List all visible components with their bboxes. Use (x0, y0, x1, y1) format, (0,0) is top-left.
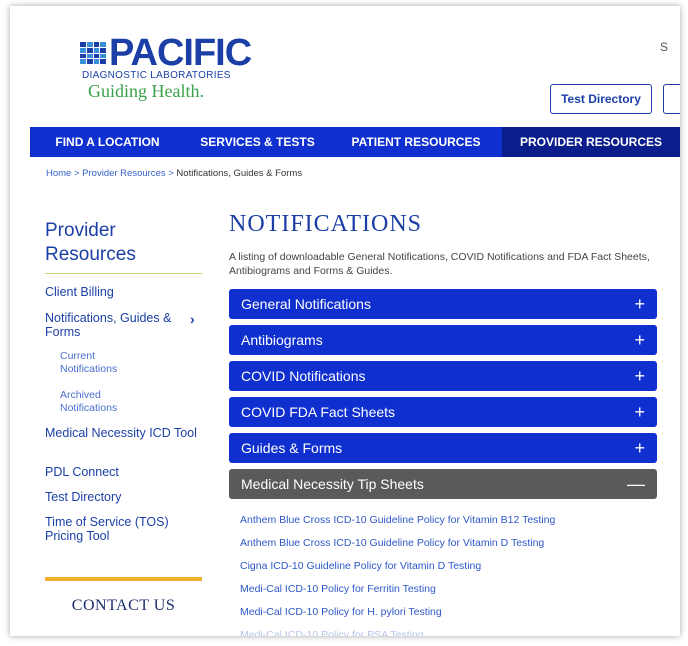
sidebar-item-medical-necessity-tool[interactable]: Medical Necessity ICD Tool (45, 426, 200, 440)
sidebar-divider (45, 273, 202, 274)
notifications-accordion: General Notifications + Antibiograms + C… (229, 289, 657, 505)
logo-grid-icon (80, 42, 106, 64)
accordion-label: Antibiograms (241, 332, 323, 348)
nav-patient-resources[interactable]: PATIENT RESOURCES (330, 127, 502, 157)
breadcrumb-current: Notifications, Guides & Forms (176, 168, 303, 179)
contact-us-heading[interactable]: CONTACT US (45, 597, 202, 615)
accordion-covid-notifications[interactable]: COVID Notifications + (229, 361, 657, 391)
plus-icon: + (634, 366, 645, 386)
accordion-guides-forms[interactable]: Guides & Forms + (229, 433, 657, 463)
accordion-label: COVID FDA Fact Sheets (241, 404, 396, 420)
tip-sheet-links: Anthem Blue Cross ICD-10 Guideline Polic… (240, 513, 555, 636)
sidebar-item-tos-pricing[interactable]: Time of Service (TOS) Pricing Tool (45, 515, 195, 543)
browser-page: PACIFIC DIAGNOSTIC LABORATORIES Guiding … (10, 6, 680, 636)
main-nav: FIND A LOCATION SERVICES & TESTS PATIENT… (30, 127, 680, 157)
sidebar-subitem-current-notifications[interactable]: Current Notifications (60, 350, 150, 376)
sidebar-item-notifications[interactable]: Notifications, Guides & Forms (45, 311, 187, 339)
sidebar-item-test-directory[interactable]: Test Directory (45, 490, 195, 504)
accordion-label: General Notifications (241, 296, 371, 312)
page-description: A listing of downloadable General Notifi… (229, 251, 650, 277)
accordion-label: COVID Notifications (241, 368, 366, 384)
tip-sheet-link[interactable]: Cigna ICD-10 Guideline Policy for Vitami… (240, 559, 555, 582)
contact-accent-bar (45, 577, 202, 581)
brand-tagline: Guiding Health. (88, 81, 204, 101)
sidebar-title: Provider Resources (45, 220, 136, 265)
accordion-covid-fda-fact-sheets[interactable]: COVID FDA Fact Sheets + (229, 397, 657, 427)
nav-find-location[interactable]: FIND A LOCATION (30, 127, 185, 157)
sidebar-item-pdl-connect[interactable]: PDL Connect (45, 465, 195, 479)
tip-sheet-link[interactable]: Anthem Blue Cross ICD-10 Guideline Polic… (240, 536, 555, 559)
accordion-antibiograms[interactable]: Antibiograms + (229, 325, 657, 355)
plus-icon: + (634, 330, 645, 350)
accordion-label: Guides & Forms (241, 440, 343, 456)
page-title: NOTIFICATIONS (229, 211, 422, 237)
plus-icon: + (634, 402, 645, 422)
sidebar-item-client-billing[interactable]: Client Billing (45, 285, 195, 299)
search-field-edge[interactable]: S (660, 40, 668, 54)
breadcrumb-provider-resources[interactable]: Provider Resources (82, 168, 165, 179)
accordion-general-notifications[interactable]: General Notifications + (229, 289, 657, 319)
test-directory-button[interactable]: Test Directory (550, 84, 652, 114)
nav-services-tests[interactable]: SERVICES & TESTS (185, 127, 330, 157)
accordion-medical-necessity-tip-sheets[interactable]: Medical Necessity Tip Sheets — (229, 469, 657, 499)
breadcrumb-separator: > (71, 168, 83, 179)
breadcrumb-separator: > (165, 168, 177, 179)
plus-icon: + (634, 438, 645, 458)
tip-sheet-link[interactable]: Anthem Blue Cross ICD-10 Guideline Polic… (240, 513, 555, 536)
nav-provider-resources[interactable]: PROVIDER RESOURCES (502, 127, 680, 157)
pacific-logo[interactable]: PACIFIC DIAGNOSTIC LABORATORIES Guiding … (80, 32, 252, 102)
tip-sheet-link[interactable]: Medi-Cal ICD-10 Policy for H. pylori Tes… (240, 605, 555, 628)
minus-icon: — (627, 474, 645, 494)
tip-sheet-link[interactable]: Medi-Cal ICD-10 Policy for Ferritin Test… (240, 582, 555, 605)
breadcrumb: Home > Provider Resources > Notification… (46, 168, 302, 179)
sidebar-subitem-archived-notifications[interactable]: Archived Notifications (60, 389, 150, 415)
breadcrumb-home[interactable]: Home (46, 168, 71, 179)
tip-sheet-link[interactable]: Medi-Cal ICD-10 Policy for PSA Testing (240, 628, 555, 636)
brand-name: PACIFIC (109, 32, 252, 74)
accordion-label: Medical Necessity Tip Sheets (241, 476, 424, 492)
chevron-right-icon: › (190, 311, 195, 327)
brand-subtitle: DIAGNOSTIC LABORATORIES (82, 70, 231, 81)
plus-icon: + (634, 294, 645, 314)
header-secondary-button[interactable] (663, 84, 680, 114)
